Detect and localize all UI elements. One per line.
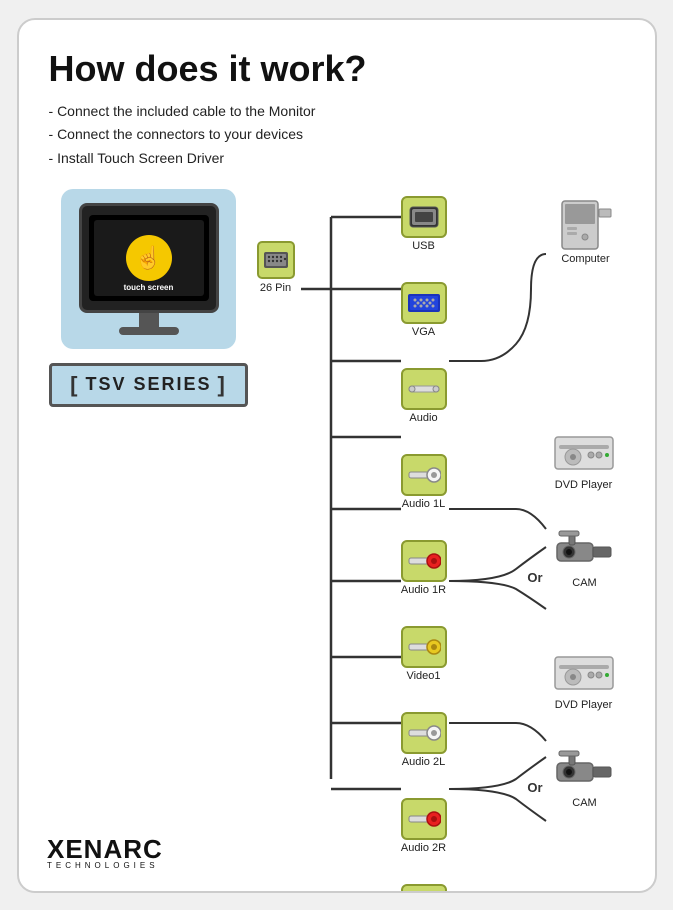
audio1l-connector-icon: [401, 454, 447, 496]
video1-connector-block: Video1: [401, 626, 447, 712]
usb-connector-icon: [401, 196, 447, 238]
page-title: How does it work?: [49, 48, 625, 90]
video1-connector-icon: [401, 626, 447, 668]
or-label-2: Or: [527, 779, 542, 797]
connectors-column: USB: [401, 189, 447, 893]
audio-label: Audio: [409, 412, 437, 424]
cam2-label: CAM: [572, 797, 596, 809]
instruction-2: Connect the connectors to your devices: [49, 123, 625, 147]
audio2l-connector-block: Audio 2L: [401, 712, 447, 798]
pin-section: 26 Pin: [257, 241, 295, 294]
vga-connector-icon: [401, 282, 447, 324]
computer-block: Computer: [557, 199, 615, 265]
video1-label: Video1: [406, 670, 440, 682]
computer-icon: [557, 199, 615, 251]
screen-label: touch screen: [124, 283, 174, 293]
monitor-stand-top: [139, 313, 159, 327]
usb-connector-block: USB: [401, 189, 447, 282]
xenarc-logo-svg: XENARC TECHNOLOGIES: [47, 830, 177, 868]
cam1-icon: [555, 529, 615, 575]
monitor-body: ☝ touch screen: [79, 203, 219, 313]
audio1l-connector-block: Audio 1L: [401, 454, 447, 540]
xenarc-logo: XENARC TECHNOLOGIES: [47, 830, 177, 873]
svg-text:XENARC: XENARC: [47, 834, 163, 864]
dvd2-label: DVD Player: [555, 699, 612, 711]
audio1r-label: Audio 1R: [401, 584, 446, 596]
left-section: ☝ touch screen [ TSV SERIES ]: [49, 189, 249, 407]
cam1-label: CAM: [572, 577, 596, 589]
monitor-screen: ☝ touch screen: [89, 215, 209, 301]
dvd1-icon: [553, 429, 615, 477]
left-bracket: [: [70, 372, 79, 398]
pin-label: 26 Pin: [260, 282, 291, 294]
audio2r-connector-block: Audio 2R: [401, 798, 447, 884]
dvd1-label: DVD Player: [555, 479, 612, 491]
vga-label: VGA: [412, 326, 435, 338]
audio2r-connector-icon: [401, 798, 447, 840]
monitor-stand-base: [119, 327, 179, 335]
audio2l-label: Audio 2L: [402, 756, 445, 768]
audio2r-label: Audio 2R: [401, 842, 446, 854]
main-card: How does it work? Connect the included c…: [17, 18, 657, 893]
touch-finger-icon: ☝: [135, 245, 162, 271]
logo-area: XENARC TECHNOLOGIES: [47, 830, 177, 873]
cam1-block: CAM: [555, 529, 615, 589]
audio1l-label: Audio 1L: [402, 498, 445, 510]
right-bracket: ]: [218, 372, 227, 398]
instruction-3: Install Touch Screen Driver: [49, 147, 625, 171]
cam2-icon: [555, 749, 615, 795]
audio1r-connector-icon: [401, 540, 447, 582]
dvd1-block: DVD Player: [553, 429, 615, 491]
audio1r-connector-block: Audio 1R: [401, 540, 447, 626]
svg-text:TECHNOLOGIES: TECHNOLOGIES: [47, 861, 159, 868]
dvd2-icon: [553, 649, 615, 697]
audio-connector-icon: [401, 368, 447, 410]
video2-connector-block: Video2: [401, 884, 447, 893]
touch-circle: ☝: [126, 235, 172, 281]
video2-connector-icon: [401, 884, 447, 893]
usb-label: USB: [412, 240, 435, 252]
audio2l-connector-icon: [401, 712, 447, 754]
monitor-wrapper: ☝ touch screen: [61, 189, 236, 349]
or-label-1: Or: [527, 569, 542, 587]
vga-connector-block: VGA: [401, 282, 447, 368]
cam2-block: CAM: [555, 749, 615, 809]
instructions-list: Connect the included cable to the Monito…: [49, 100, 625, 171]
diagram-svg: [301, 189, 657, 839]
tsv-badge: [ TSV SERIES ]: [49, 363, 248, 407]
pin-icon: [257, 241, 295, 279]
tsv-label: TSV SERIES: [85, 374, 211, 395]
instruction-1: Connect the included cable to the Monito…: [49, 100, 625, 124]
computer-label: Computer: [561, 253, 609, 265]
audio-connector-block: Audio: [401, 368, 447, 454]
dvd2-block: DVD Player: [553, 649, 615, 711]
